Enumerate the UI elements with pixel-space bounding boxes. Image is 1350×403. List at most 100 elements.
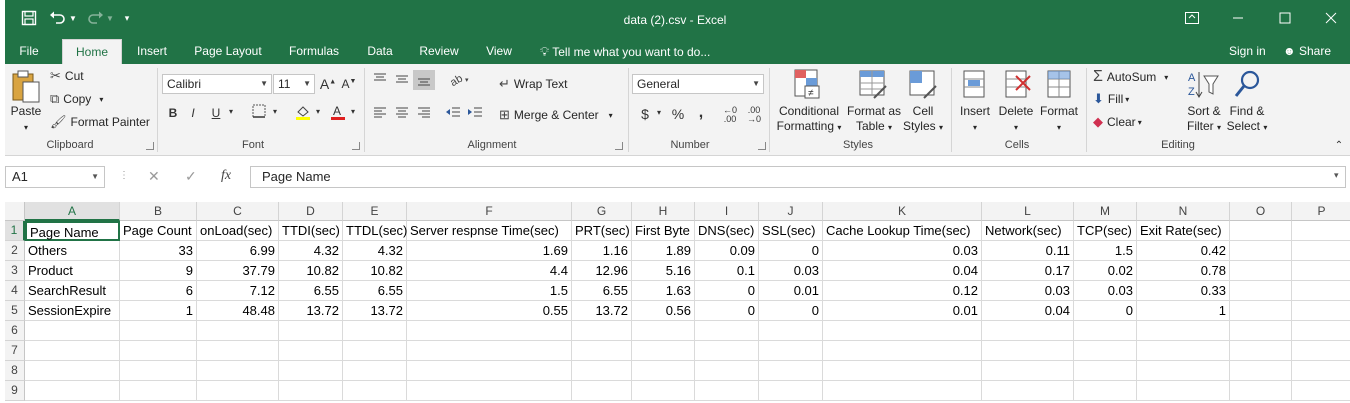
cell-K3[interactable]: 0.04 [823,261,982,281]
cell-I4[interactable]: 0 [695,281,759,301]
cell-B6[interactable] [120,321,197,341]
middle-align-icon[interactable] [393,72,411,89]
cell-G1[interactable]: PRT(sec) [572,221,632,241]
cell-B8[interactable] [120,361,197,381]
cell-C9[interactable] [197,381,279,401]
cell-P2[interactable] [1292,241,1350,261]
top-align-icon[interactable] [371,72,389,89]
cell-I5[interactable]: 0 [695,301,759,321]
cell-I7[interactable] [695,341,759,361]
insert-function-icon[interactable]: fx [221,168,231,184]
cell-E7[interactable] [343,341,407,361]
cell-J3[interactable]: 0.03 [759,261,823,281]
cell-F6[interactable] [407,321,572,341]
decrease-indent-icon[interactable] [444,105,462,122]
cell-H8[interactable] [632,361,695,381]
font-launcher-icon[interactable] [352,142,360,150]
number-format-combo[interactable]: General ▼ [632,74,764,94]
cell-E6[interactable] [343,321,407,341]
cell-H9[interactable] [632,381,695,401]
cell-J9[interactable] [759,381,823,401]
cell-N2[interactable]: 0.42 [1137,241,1230,261]
formula-input[interactable]: Page Name [250,166,1346,188]
row-header-5[interactable]: 5 [5,301,25,321]
chevron-down-icon[interactable]: ▾ [313,107,323,116]
tab-formulas[interactable]: Formulas [282,39,346,64]
cell-B4[interactable]: 6 [120,281,197,301]
cell-E8[interactable] [343,361,407,381]
column-header-A[interactable]: A [25,202,120,221]
cell-G8[interactable] [572,361,632,381]
name-box[interactable]: A1 ▼ [5,166,105,188]
cell-N4[interactable]: 0.33 [1137,281,1230,301]
cell-O6[interactable] [1230,321,1292,341]
confirm-entry-icon[interactable]: ✓ [185,168,197,185]
tab-page-layout[interactable]: Page Layout [188,39,268,64]
cell-L1[interactable]: Network(sec) [982,221,1074,241]
cell-N9[interactable] [1137,381,1230,401]
minimize-icon[interactable] [1223,8,1253,28]
tell-me-search[interactable]: 💡︎ Tell me what you want to do... [540,39,710,64]
cell-K8[interactable] [823,361,982,381]
cell-A1[interactable]: Page Name [25,221,120,241]
tab-insert[interactable]: Insert [130,39,174,64]
cell-C4[interactable]: 7.12 [197,281,279,301]
share-button[interactable]: ☻ Share [1283,39,1331,64]
conditional-formatting-icon[interactable]: ≠ [793,68,823,100]
delete-button[interactable]: Delete ▾ [996,104,1036,135]
column-header-P[interactable]: P [1292,202,1350,221]
cell-L2[interactable]: 0.11 [982,241,1074,261]
cell-K1[interactable]: Cache Lookup Time(sec) [823,221,982,241]
cell-J1[interactable]: SSL(sec) [759,221,823,241]
cell-F8[interactable] [407,361,572,381]
cell-A9[interactable] [25,381,120,401]
cell-N8[interactable] [1137,361,1230,381]
chevron-down-icon[interactable]: ▾ [348,107,358,116]
currency-button[interactable]: $ [638,106,652,122]
cell-E5[interactable]: 13.72 [343,301,407,321]
cell-I8[interactable] [695,361,759,381]
row-header-6[interactable]: 6 [5,321,25,341]
column-header-F[interactable]: F [407,202,572,221]
column-header-B[interactable]: B [120,202,197,221]
decrease-font-icon[interactable]: A▼ [340,77,358,91]
cell-M4[interactable]: 0.03 [1074,281,1137,301]
cell-G7[interactable] [572,341,632,361]
cell-D6[interactable] [279,321,343,341]
clear-button[interactable]: ◆ Clear ▾ [1093,114,1142,130]
cell-D5[interactable]: 13.72 [279,301,343,321]
format-button[interactable]: Format ▾ [1037,104,1081,135]
font-color-icon[interactable]: A [330,104,346,123]
row-header-2[interactable]: 2 [5,241,25,261]
cell-O7[interactable] [1230,341,1292,361]
cell-H4[interactable]: 1.63 [632,281,695,301]
maximize-icon[interactable] [1270,8,1300,28]
cell-A3[interactable]: Product [25,261,120,281]
copy-button[interactable]: ⧉ Copy ▾ [50,91,103,107]
close-icon[interactable] [1316,8,1346,28]
cell-E2[interactable]: 4.32 [343,241,407,261]
cell-O3[interactable] [1230,261,1292,281]
align-center-icon[interactable] [393,105,411,122]
cell-D8[interactable] [279,361,343,381]
cell-M5[interactable]: 0 [1074,301,1137,321]
sort-filter-icon[interactable]: AZ [1187,68,1219,100]
select-all-corner[interactable] [5,202,25,221]
cell-C6[interactable] [197,321,279,341]
bottom-align-icon[interactable] [413,70,435,90]
cell-C8[interactable] [197,361,279,381]
cancel-entry-icon[interactable]: ✕ [148,168,160,185]
format-cells-icon[interactable] [1044,68,1074,100]
cell-B1[interactable]: Page Count [120,221,197,241]
cell-A8[interactable] [25,361,120,381]
number-launcher-icon[interactable] [758,142,766,150]
cell-P7[interactable] [1292,341,1350,361]
cell-O9[interactable] [1230,381,1292,401]
comma-button[interactable]: , [694,104,708,122]
cell-M7[interactable] [1074,341,1137,361]
sign-in-link[interactable]: Sign in [1229,39,1266,64]
cell-D4[interactable]: 6.55 [279,281,343,301]
cell-N1[interactable]: Exit Rate(sec) [1137,221,1230,241]
cell-H2[interactable]: 1.89 [632,241,695,261]
column-header-N[interactable]: N [1137,202,1230,221]
